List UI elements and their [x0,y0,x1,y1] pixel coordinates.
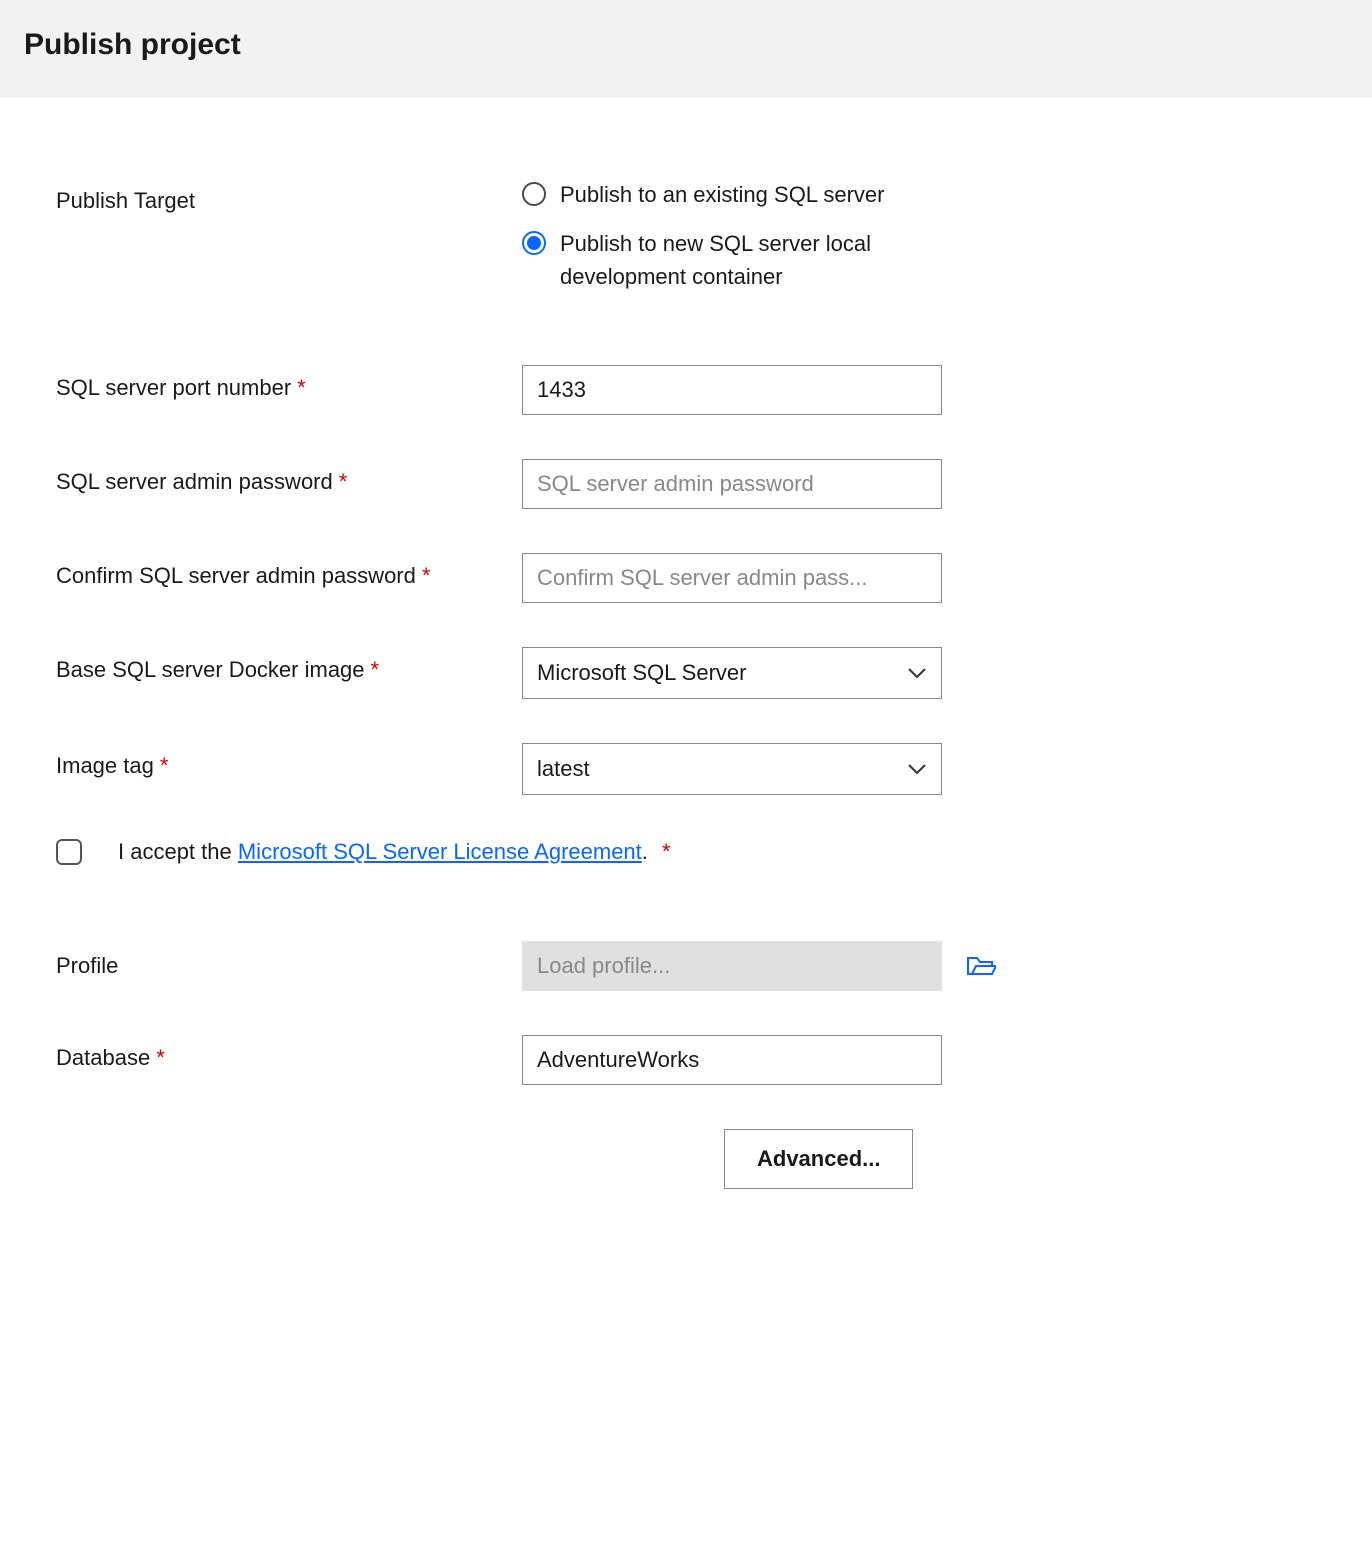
docker-image-label: Base SQL server Docker image* [56,647,522,683]
image-tag-value: latest [537,756,590,782]
required-asterisk: * [422,563,431,588]
license-label: I accept the Microsoft SQL Server Licens… [118,839,670,865]
database-label-text: Database [56,1045,150,1070]
image-tag-select[interactable]: latest [522,743,942,795]
profile-label: Profile [56,953,522,979]
image-tag-label: Image tag* [56,743,522,779]
admin-password-label: SQL server admin password* [56,459,522,495]
docker-image-label-text: Base SQL server Docker image [56,657,365,682]
database-input[interactable] [522,1035,942,1085]
docker-image-select[interactable]: Microsoft SQL Server [522,647,942,699]
dialog-header: Publish project [0,0,1372,98]
radio-existing-server[interactable]: Publish to an existing SQL server [522,178,942,211]
required-asterisk: * [160,753,169,778]
advanced-button[interactable]: Advanced... [724,1129,913,1189]
port-label-text: SQL server port number [56,375,291,400]
required-asterisk: * [339,469,348,494]
confirm-password-input[interactable] [522,553,942,603]
folder-open-icon[interactable] [966,954,996,978]
radio-circle-selected-icon [522,231,546,255]
image-tag-label-text: Image tag [56,753,154,778]
button-row: Advanced... [724,1129,1316,1189]
port-row: SQL server port number* [56,365,1316,415]
port-input[interactable] [522,365,942,415]
required-asterisk: * [297,375,306,400]
publish-target-row: Publish Target Publish to an existing SQ… [56,178,1316,293]
radio-circle-icon [522,182,546,206]
database-row: Database* [56,1035,1316,1085]
dialog-content: Publish Target Publish to an existing SQ… [0,98,1372,1229]
required-asterisk: * [156,1045,165,1070]
publish-target-label: Publish Target [56,178,522,214]
publish-target-radios: Publish to an existing SQL server Publis… [522,178,942,293]
docker-image-value: Microsoft SQL Server [537,660,746,686]
radio-existing-label: Publish to an existing SQL server [560,178,884,211]
radio-new-local-container[interactable]: Publish to new SQL server local developm… [522,227,942,293]
admin-password-label-text: SQL server admin password [56,469,333,494]
radio-new-local-label: Publish to new SQL server local developm… [560,227,942,293]
license-prefix: I accept the [118,839,238,864]
admin-password-input[interactable] [522,459,942,509]
dialog-title: Publish project [24,28,1348,62]
image-tag-row: Image tag* latest [56,743,1316,795]
required-asterisk: * [371,657,380,682]
radio-dot-icon [527,236,541,250]
license-row: I accept the Microsoft SQL Server Licens… [56,839,1316,865]
profile-input [522,941,942,991]
database-label: Database* [56,1035,522,1071]
port-label: SQL server port number* [56,365,522,401]
admin-password-row: SQL server admin password* [56,459,1316,509]
confirm-password-label: Confirm SQL server admin password* [56,553,522,589]
required-asterisk: * [662,839,671,864]
profile-row: Profile [56,941,1316,991]
license-checkbox[interactable] [56,839,82,865]
confirm-password-row: Confirm SQL server admin password* [56,553,1316,603]
docker-image-row: Base SQL server Docker image* Microsoft … [56,647,1316,699]
license-link[interactable]: Microsoft SQL Server License Agreement [238,839,642,864]
confirm-password-label-text: Confirm SQL server admin password [56,563,416,588]
license-suffix: . [642,839,648,864]
